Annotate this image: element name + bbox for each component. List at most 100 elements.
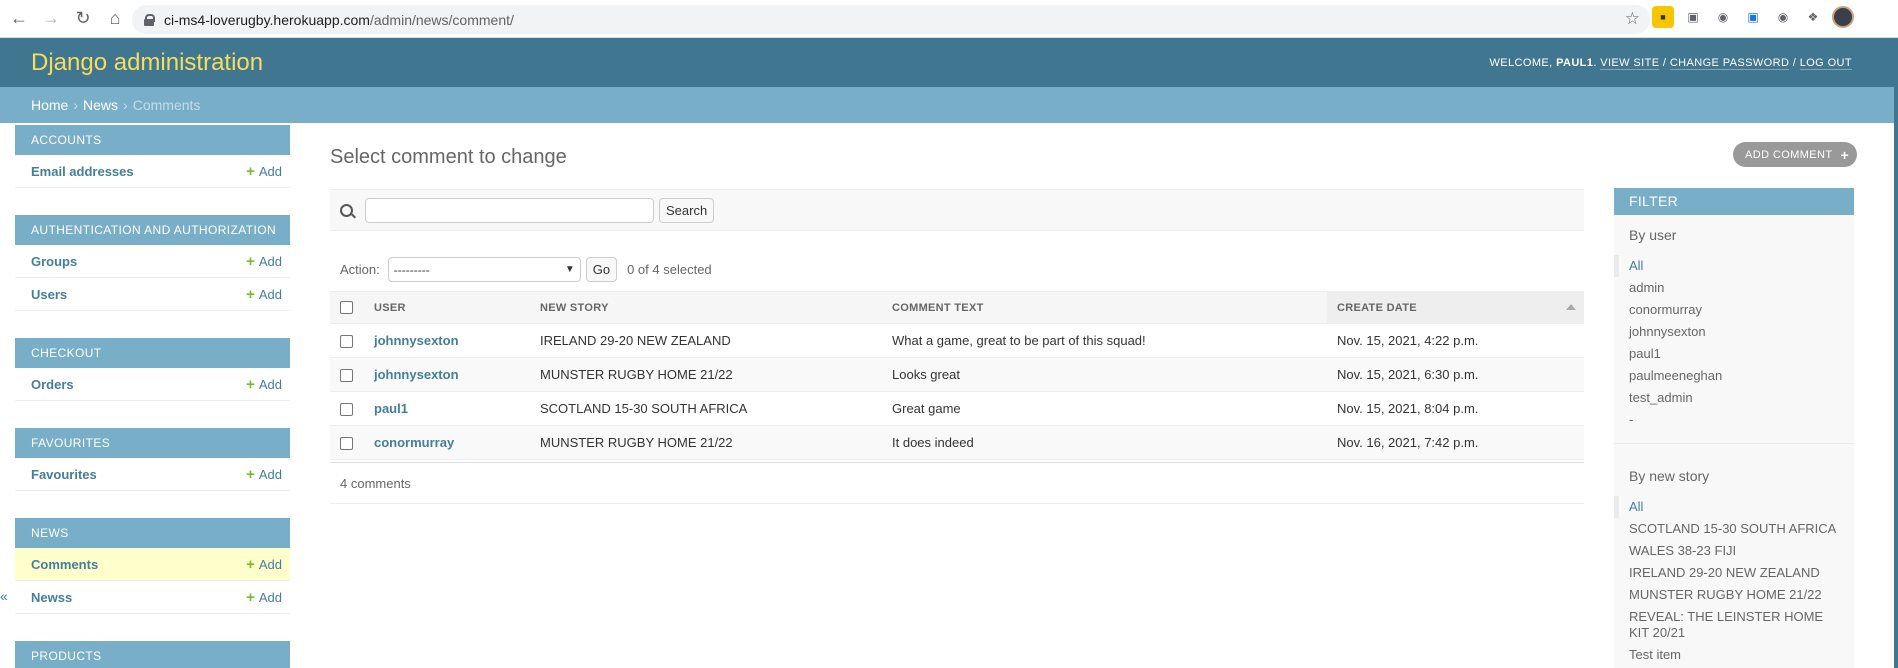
log-out-link[interactable]: LOG OUT: [1799, 56, 1852, 70]
add-favourite-link[interactable]: + Add: [246, 466, 282, 483]
module-checkout: CHECKOUT Orders + Add: [15, 338, 290, 401]
filter-option[interactable]: paulmeeneghan: [1614, 365, 1854, 387]
forward-arrow-icon[interactable]: →: [38, 6, 64, 32]
selection-counter: 0 of 4 selected: [627, 262, 712, 277]
home-icon[interactable]: ⌂: [102, 6, 128, 32]
camera-icon[interactable]: ◉: [1772, 6, 1794, 28]
sidebar-collapse-icon[interactable]: «: [0, 588, 8, 604]
filter-option[interactable]: IRELAND 29-20 NEW ZEALAND: [1614, 562, 1854, 584]
table-row: paul1 SCOTLAND 15-30 SOUTH AFRICA Great …: [330, 391, 1584, 426]
user-cell: johnnysexton: [364, 357, 530, 392]
user-link[interactable]: johnnysexton: [374, 333, 459, 348]
filter-option[interactable]: Test item: [1614, 644, 1854, 666]
search-button[interactable]: Search: [659, 197, 715, 223]
module-title[interactable]: CHECKOUT: [15, 338, 290, 368]
breadcrumb-current: Comments: [132, 97, 201, 113]
sidebar-item-label[interactable]: Email addresses: [31, 164, 134, 179]
module-title[interactable]: AUTHENTICATION AND AUTHORIZATION: [15, 215, 290, 245]
module-title[interactable]: FAVOURITES: [15, 428, 290, 458]
filter-option[interactable]: admin: [1614, 277, 1854, 299]
filter-option[interactable]: test_admin: [1614, 387, 1854, 409]
site-branding[interactable]: Django administration: [31, 49, 263, 77]
filter-option[interactable]: All: [1614, 255, 1854, 277]
column-header-create-date[interactable]: CREATE DATE: [1327, 291, 1584, 324]
story-cell: MUNSTER RUGBY HOME 21/22: [530, 357, 882, 392]
sidebar-item-label[interactable]: Groups: [31, 254, 77, 269]
row-checkbox[interactable]: [340, 403, 353, 417]
filter-option[interactable]: REVEAL: THE LEINSTER HOME KIT 20/21: [1614, 606, 1854, 644]
address-bar[interactable]: ci-ms4-loverugby.herokuapp.com/admin/new…: [132, 5, 1650, 34]
sidebar-item-orders: Orders + Add: [15, 368, 290, 401]
filter-by-user-list: All admin conormurray johnnysexton paul1…: [1614, 255, 1854, 444]
filter-option[interactable]: conormurray: [1614, 299, 1854, 321]
reload-icon[interactable]: ↻: [70, 6, 96, 32]
view-site-link[interactable]: VIEW SITE: [1600, 56, 1660, 70]
sidebar-item-users: Users + Add: [15, 278, 290, 311]
module-news: NEWS Comments + Add Newss + Add: [15, 518, 290, 614]
row-checkbox[interactable]: [340, 437, 353, 451]
add-user-link[interactable]: + Add: [246, 286, 282, 303]
user-link[interactable]: paul1: [374, 401, 408, 416]
add-news-link[interactable]: + Add: [246, 589, 282, 606]
change-password-link[interactable]: CHANGE PASSWORD: [1669, 56, 1790, 70]
screen-capture-icon[interactable]: ▣: [1742, 6, 1764, 28]
plus-icon: +: [246, 555, 255, 573]
date-cell: Nov. 15, 2021, 8:04 p.m.: [1327, 391, 1584, 426]
actions-bar: Action: --------- ▼ Go 0 of 4 selected: [340, 257, 712, 282]
search-input[interactable]: [365, 197, 654, 223]
back-arrow-icon[interactable]: ←: [6, 6, 32, 32]
module-title[interactable]: PRODUCTS: [15, 641, 290, 668]
select-all-checkbox[interactable]: [340, 301, 353, 314]
row-checkbox[interactable]: [340, 335, 353, 349]
sidebar-item-favourites: Favourites + Add: [15, 458, 290, 491]
browser-toolbar: ← → ↻ ⌂ ci-ms4-loverugby.herokuapp.com/a…: [0, 0, 1898, 38]
profile-avatar[interactable]: [1832, 6, 1854, 28]
filter-option[interactable]: All: [1614, 496, 1854, 518]
filter-option[interactable]: paul1: [1614, 343, 1854, 365]
select-all-cell: [330, 291, 364, 324]
column-header-user[interactable]: USER: [364, 291, 530, 324]
column-header-comment-text[interactable]: COMMENT TEXT: [882, 291, 1327, 324]
action-select[interactable]: --------- ▼: [387, 257, 581, 282]
add-email-address-link[interactable]: + Add: [246, 163, 282, 180]
user-link[interactable]: conormurray: [374, 435, 454, 450]
sidebar-item-label[interactable]: Favourites: [31, 467, 97, 482]
filter-option[interactable]: -: [1614, 409, 1854, 431]
add-comment-link[interactable]: + Add: [246, 556, 282, 573]
filter-option[interactable]: johnnysexton: [1614, 321, 1854, 343]
sidebar-item-label[interactable]: Newss: [31, 590, 72, 605]
breadcrumb-app[interactable]: News: [83, 97, 118, 113]
column-header-new-story[interactable]: NEW STORY: [530, 291, 882, 324]
add-order-link[interactable]: + Add: [246, 376, 282, 393]
row-checkbox[interactable]: [340, 369, 353, 383]
comment-cell: What a game, great to be part of this sq…: [882, 323, 1327, 358]
puzzle-icon[interactable]: ❖: [1802, 6, 1824, 28]
presentation-icon[interactable]: ▣: [1682, 6, 1704, 28]
add-group-link[interactable]: + Add: [246, 253, 282, 270]
sort-ascending-icon[interactable]: [1566, 304, 1576, 310]
sidebar-item-newss: Newss + Add: [15, 581, 290, 614]
filter-panel: FILTER By user All admin conormurray joh…: [1614, 188, 1854, 668]
plus-icon: +: [1840, 146, 1850, 163]
filter-option[interactable]: MUNSTER RUGBY HOME 21/22: [1614, 584, 1854, 606]
sidebar-item-label[interactable]: Comments: [31, 557, 98, 572]
module-favourites: FAVOURITES Favourites + Add: [15, 428, 290, 491]
user-cell: paul1: [364, 391, 530, 426]
sidebar-item-label[interactable]: Users: [31, 287, 67, 302]
sidebar-item-groups: Groups + Add: [15, 245, 290, 278]
bookmark-star-icon[interactable]: ☆: [1625, 9, 1640, 29]
extension-badge-icon[interactable]: ■: [1652, 6, 1674, 28]
add-comment-button[interactable]: ADD COMMENT +: [1733, 142, 1858, 167]
breadcrumb-home[interactable]: Home: [31, 97, 68, 113]
date-cell: Nov. 16, 2021, 7:42 p.m.: [1327, 425, 1584, 460]
filter-option[interactable]: SCOTLAND 15-30 SOUTH AFRICA: [1614, 518, 1854, 540]
page-scrollbar[interactable]: [1894, 38, 1898, 668]
user-link[interactable]: johnnysexton: [374, 367, 459, 382]
filter-option[interactable]: WALES 38-23 FIJI: [1614, 540, 1854, 562]
user-tools: WELCOME, PAUL1. VIEW SITE / CHANGE PASSW…: [1489, 56, 1852, 70]
wordpress-icon[interactable]: ◉: [1712, 6, 1734, 28]
sidebar-item-label[interactable]: Orders: [31, 377, 74, 392]
module-title[interactable]: ACCOUNTS: [15, 125, 290, 155]
go-button[interactable]: Go: [585, 257, 618, 282]
module-title[interactable]: NEWS: [15, 518, 290, 548]
